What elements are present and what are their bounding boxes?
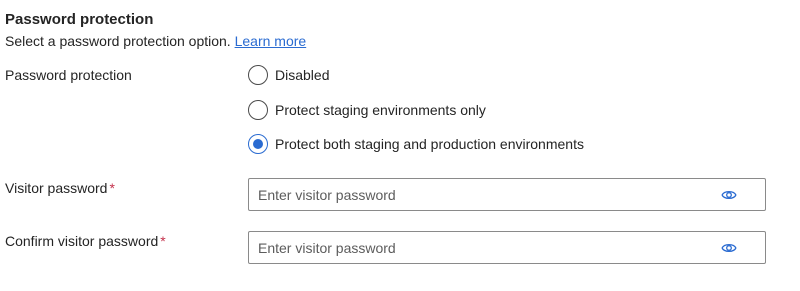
radio-option-staging-only[interactable]: Protect staging environments only xyxy=(248,99,486,121)
required-marker: * xyxy=(160,233,166,249)
section-description: Select a password protection option. xyxy=(5,33,231,49)
radio-option-disabled[interactable]: Disabled xyxy=(248,64,329,86)
visitor-password-field[interactable] xyxy=(248,178,766,211)
radio-option-staging-and-production[interactable]: Protect both staging and production envi… xyxy=(248,133,584,155)
password-protection-label: Password protection xyxy=(5,67,132,83)
confirm-password-label: Confirm visitor password xyxy=(5,233,159,249)
radio-disabled-circle[interactable] xyxy=(248,65,268,85)
radio-staging-only-label: Protect staging environments only xyxy=(275,102,486,118)
confirm-password-field[interactable] xyxy=(248,231,766,264)
section-description-row: Select a password protection option. Lea… xyxy=(5,33,306,49)
learn-more-link[interactable]: Learn more xyxy=(235,33,307,49)
radio-staging-and-production-circle[interactable] xyxy=(248,134,268,154)
radio-staging-only-circle[interactable] xyxy=(248,100,268,120)
visitor-password-label: Visitor password xyxy=(5,180,108,196)
eye-icon[interactable] xyxy=(721,240,737,256)
required-marker: * xyxy=(109,180,115,196)
radio-selected-dot xyxy=(253,139,263,149)
confirm-password-label-row: Confirm visitor password * xyxy=(5,233,166,249)
section-title: Password protection xyxy=(5,11,154,28)
eye-icon[interactable] xyxy=(721,187,737,203)
visitor-password-label-row: Visitor password * xyxy=(5,180,115,196)
visitor-password-input[interactable] xyxy=(249,179,718,210)
confirm-password-input[interactable] xyxy=(249,232,718,263)
radio-disabled-label: Disabled xyxy=(275,67,330,83)
radio-staging-and-production-label: Protect both staging and production envi… xyxy=(275,136,584,152)
